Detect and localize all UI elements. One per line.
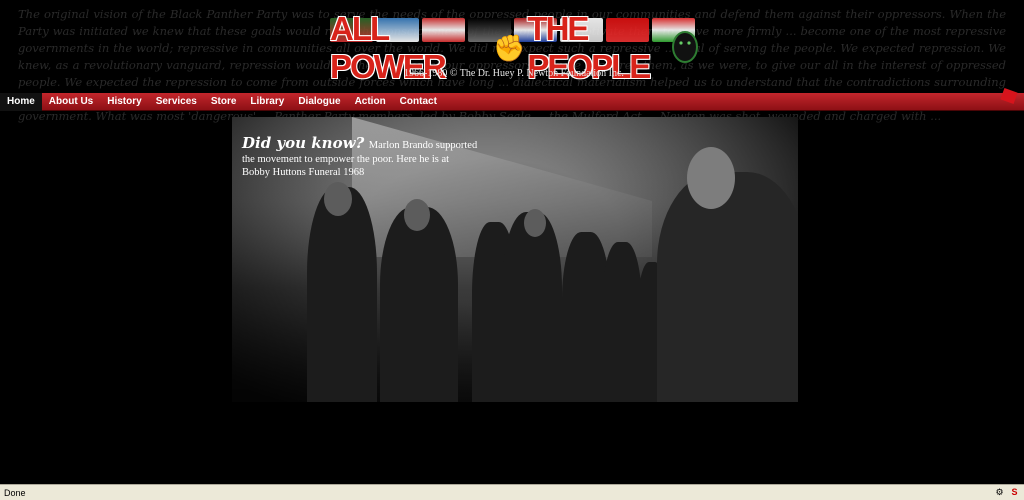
nav-history[interactable]: History xyxy=(100,93,148,111)
nav-store[interactable]: Store xyxy=(204,93,244,111)
security-icon[interactable]: ⚙ xyxy=(994,487,1005,498)
nav-about-us[interactable]: About Us xyxy=(42,93,100,111)
fist-icon: ✊ xyxy=(493,32,525,63)
main-nav: Home About Us History Services Store Lib… xyxy=(0,87,1024,111)
nav-action[interactable]: Action xyxy=(348,93,393,111)
extension-icon[interactable]: S xyxy=(1009,487,1020,498)
did-you-know-title: Did you know? xyxy=(242,134,365,152)
nav-library[interactable]: Library xyxy=(243,93,291,111)
browser-status-bar: Done ⚙ S xyxy=(0,484,1024,500)
nav-home[interactable]: Home xyxy=(0,92,42,111)
status-text: Done xyxy=(4,487,26,498)
did-you-know-line1: Marlon Brando supported xyxy=(368,140,478,151)
did-you-know-line3: Bobby Huttons Funeral 1968 xyxy=(242,167,365,178)
did-you-know-caption: Did you know? Marlon Brando supported th… xyxy=(242,134,477,179)
did-you-know-line2: the movement to empower the poor. Here h… xyxy=(242,154,450,165)
foundation-copyright: 1966-1980 © The Dr. Huey P. Newton Found… xyxy=(404,68,624,79)
site-header-logo[interactable]: ALL POWER ✊ THE PEOPLE 1966-1980 © The D… xyxy=(330,10,698,85)
nav-dialogue[interactable]: Dialogue xyxy=(291,93,347,111)
logo-wordmark: ALL POWER ✊ THE PEOPLE xyxy=(330,10,695,85)
nav-contact[interactable]: Contact xyxy=(393,93,444,111)
nav-services[interactable]: Services xyxy=(149,93,204,111)
panther-icon xyxy=(672,31,698,63)
